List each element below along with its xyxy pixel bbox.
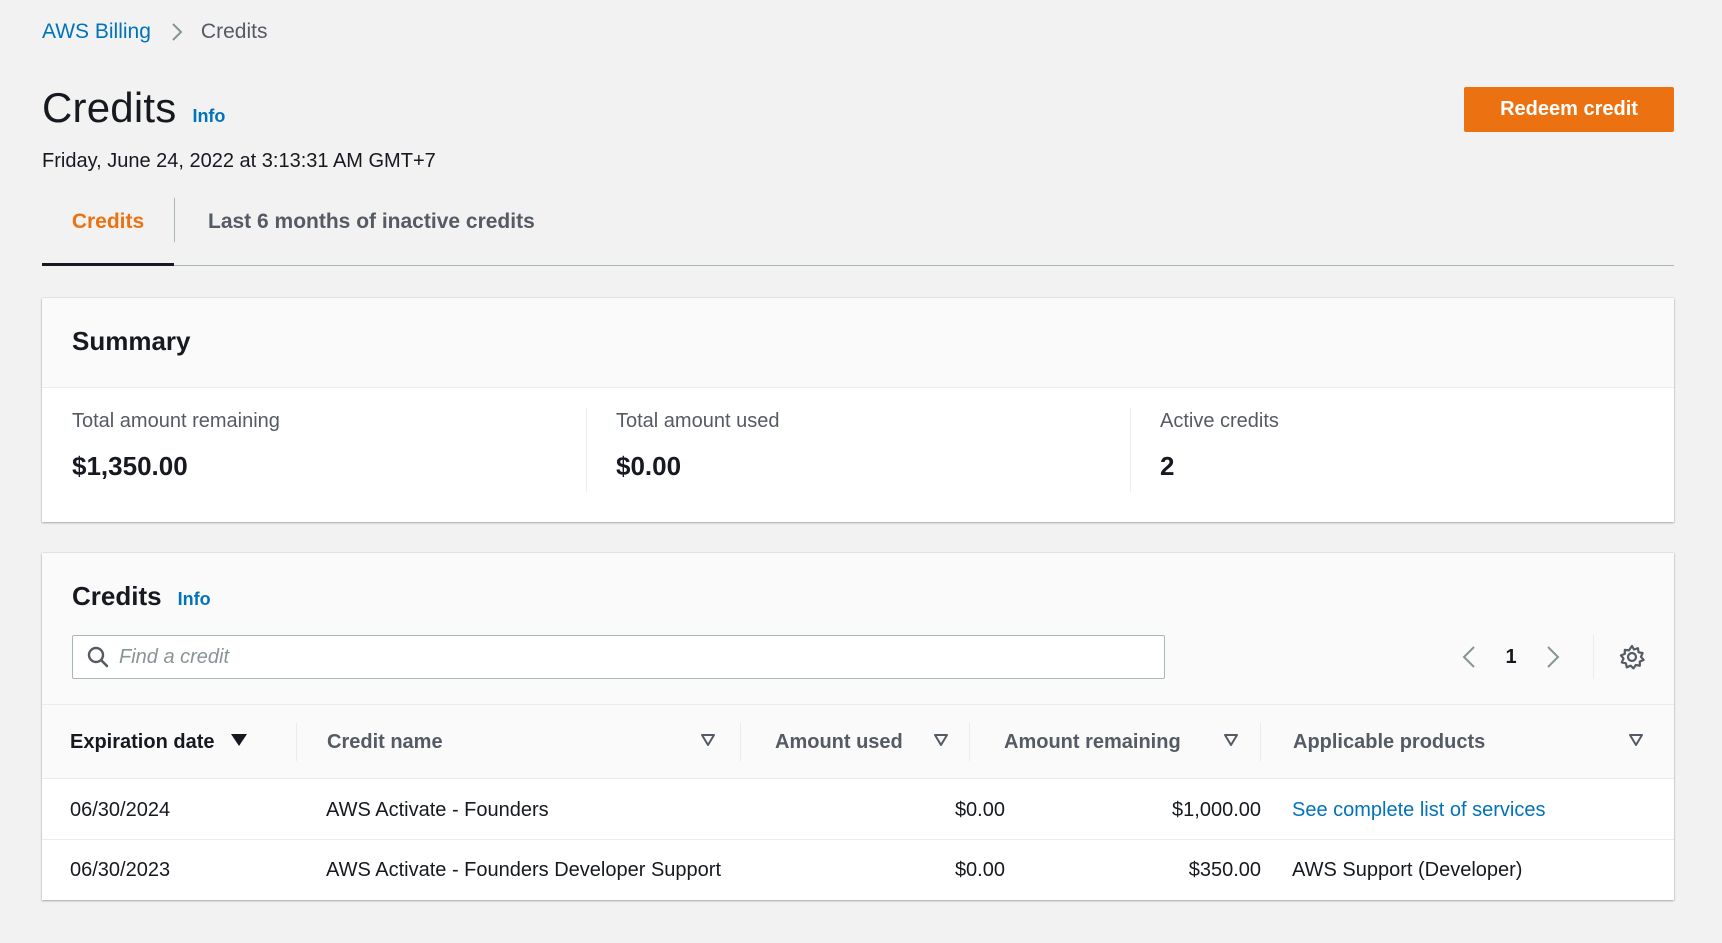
search-icon [87,646,109,668]
column-header-applicable-products[interactable]: Applicable products [1293,705,1485,779]
see-complete-list-of-services-link[interactable]: See complete list of services [1292,780,1545,840]
credits-table-panel: Credits Info 1 [42,553,1674,900]
credits-table-header: Credits Info 1 [42,553,1674,705]
billing-credits-page: AWS Billing Credits Credits Info Friday,… [42,0,1674,943]
credits-title-row: Credits Info [72,581,211,612]
page-header: Credits Info [42,84,225,132]
stat-value: 2 [1160,451,1175,481]
tab-divider [174,198,175,242]
cell-amount-used: $0.00 [954,798,1005,821]
current-page-number[interactable]: 1 [1487,646,1535,669]
chevron-right-icon [171,22,183,42]
stat-label: Active credits [1160,410,1279,432]
cell-amount-remaining: $350.00 [1188,858,1261,881]
redeem-credit-button[interactable]: Redeem credit [1464,87,1674,132]
cell-expiration-date: 06/30/2023 [70,858,171,881]
column-divider [740,723,741,761]
column-header-amount-used[interactable]: Amount used [775,705,903,779]
credit-search-box [72,635,1165,679]
page-info-link[interactable]: Info [192,106,225,127]
sort-descending-icon[interactable] [230,732,248,748]
pager-divider [1593,635,1594,679]
sort-icon[interactable] [1223,732,1239,748]
stat-total-remaining: Total amount remaining $1,350.00 [42,388,586,522]
credit-search-input[interactable] [119,637,1164,677]
pagination: 1 [1451,635,1650,679]
cell-credit-name: AWS Activate - Founders [326,798,549,821]
page-title: Credits [42,84,177,131]
chevron-right-icon[interactable] [1535,635,1571,679]
breadcrumb: AWS Billing Credits [42,20,267,44]
stat-active-credits: Active credits 2 [1130,388,1674,522]
cell-expiration-date: 06/30/2024 [70,798,171,821]
table-row: 06/30/2024 AWS Activate - Founders $0.00… [42,780,1674,840]
cell-amount-remaining: $1,000.00 [1172,798,1261,821]
tab-bar: Credits Last 6 months of inactive credit… [42,196,1674,266]
sort-icon[interactable] [700,732,716,748]
column-header-amount-remaining[interactable]: Amount remaining [1004,705,1181,779]
stat-label: Total amount remaining [72,410,280,432]
stat-value: $0.00 [616,451,682,481]
column-divider [296,723,297,761]
page-timestamp: Friday, June 24, 2022 at 3:13:31 AM GMT+… [42,150,436,172]
summary-header: Summary [42,298,1674,388]
chevron-left-icon[interactable] [1451,635,1487,679]
column-divider [1260,723,1261,761]
column-header-credit-name[interactable]: Credit name [327,705,443,779]
stat-value: $1,350.00 [72,451,188,481]
tab-credits[interactable]: Credits [42,196,174,266]
summary-panel: Summary Total amount remaining $1,350.00… [42,298,1674,522]
summary-title: Summary [72,326,191,356]
gear-icon[interactable] [1614,635,1650,679]
stat-total-used: Total amount used $0.00 [586,388,1130,522]
column-divider [969,723,970,761]
table-row: 06/30/2023 AWS Activate - Founders Devel… [42,840,1674,900]
sort-icon[interactable] [933,732,949,748]
cell-applicable-products: AWS Support (Developer) [1292,858,1523,881]
sort-icon[interactable] [1628,732,1644,748]
summary-stats: Total amount remaining $1,350.00 Total a… [42,388,1674,522]
cell-credit-name: AWS Activate - Founders Developer Suppor… [326,858,721,881]
credits-info-link[interactable]: Info [178,589,211,610]
column-header-expiration-date[interactable]: Expiration date [70,705,214,779]
table-header-row: Expiration date Credit name Amount used … [42,705,1674,779]
stat-label: Total amount used [616,410,780,432]
credits-table-title: Credits [72,581,162,611]
breadcrumb-link-aws-billing[interactable]: AWS Billing [42,20,151,44]
cell-amount-used: $0.00 [954,858,1005,881]
breadcrumb-current: Credits [200,20,268,43]
tab-inactive-credits[interactable]: Last 6 months of inactive credits [208,196,535,266]
